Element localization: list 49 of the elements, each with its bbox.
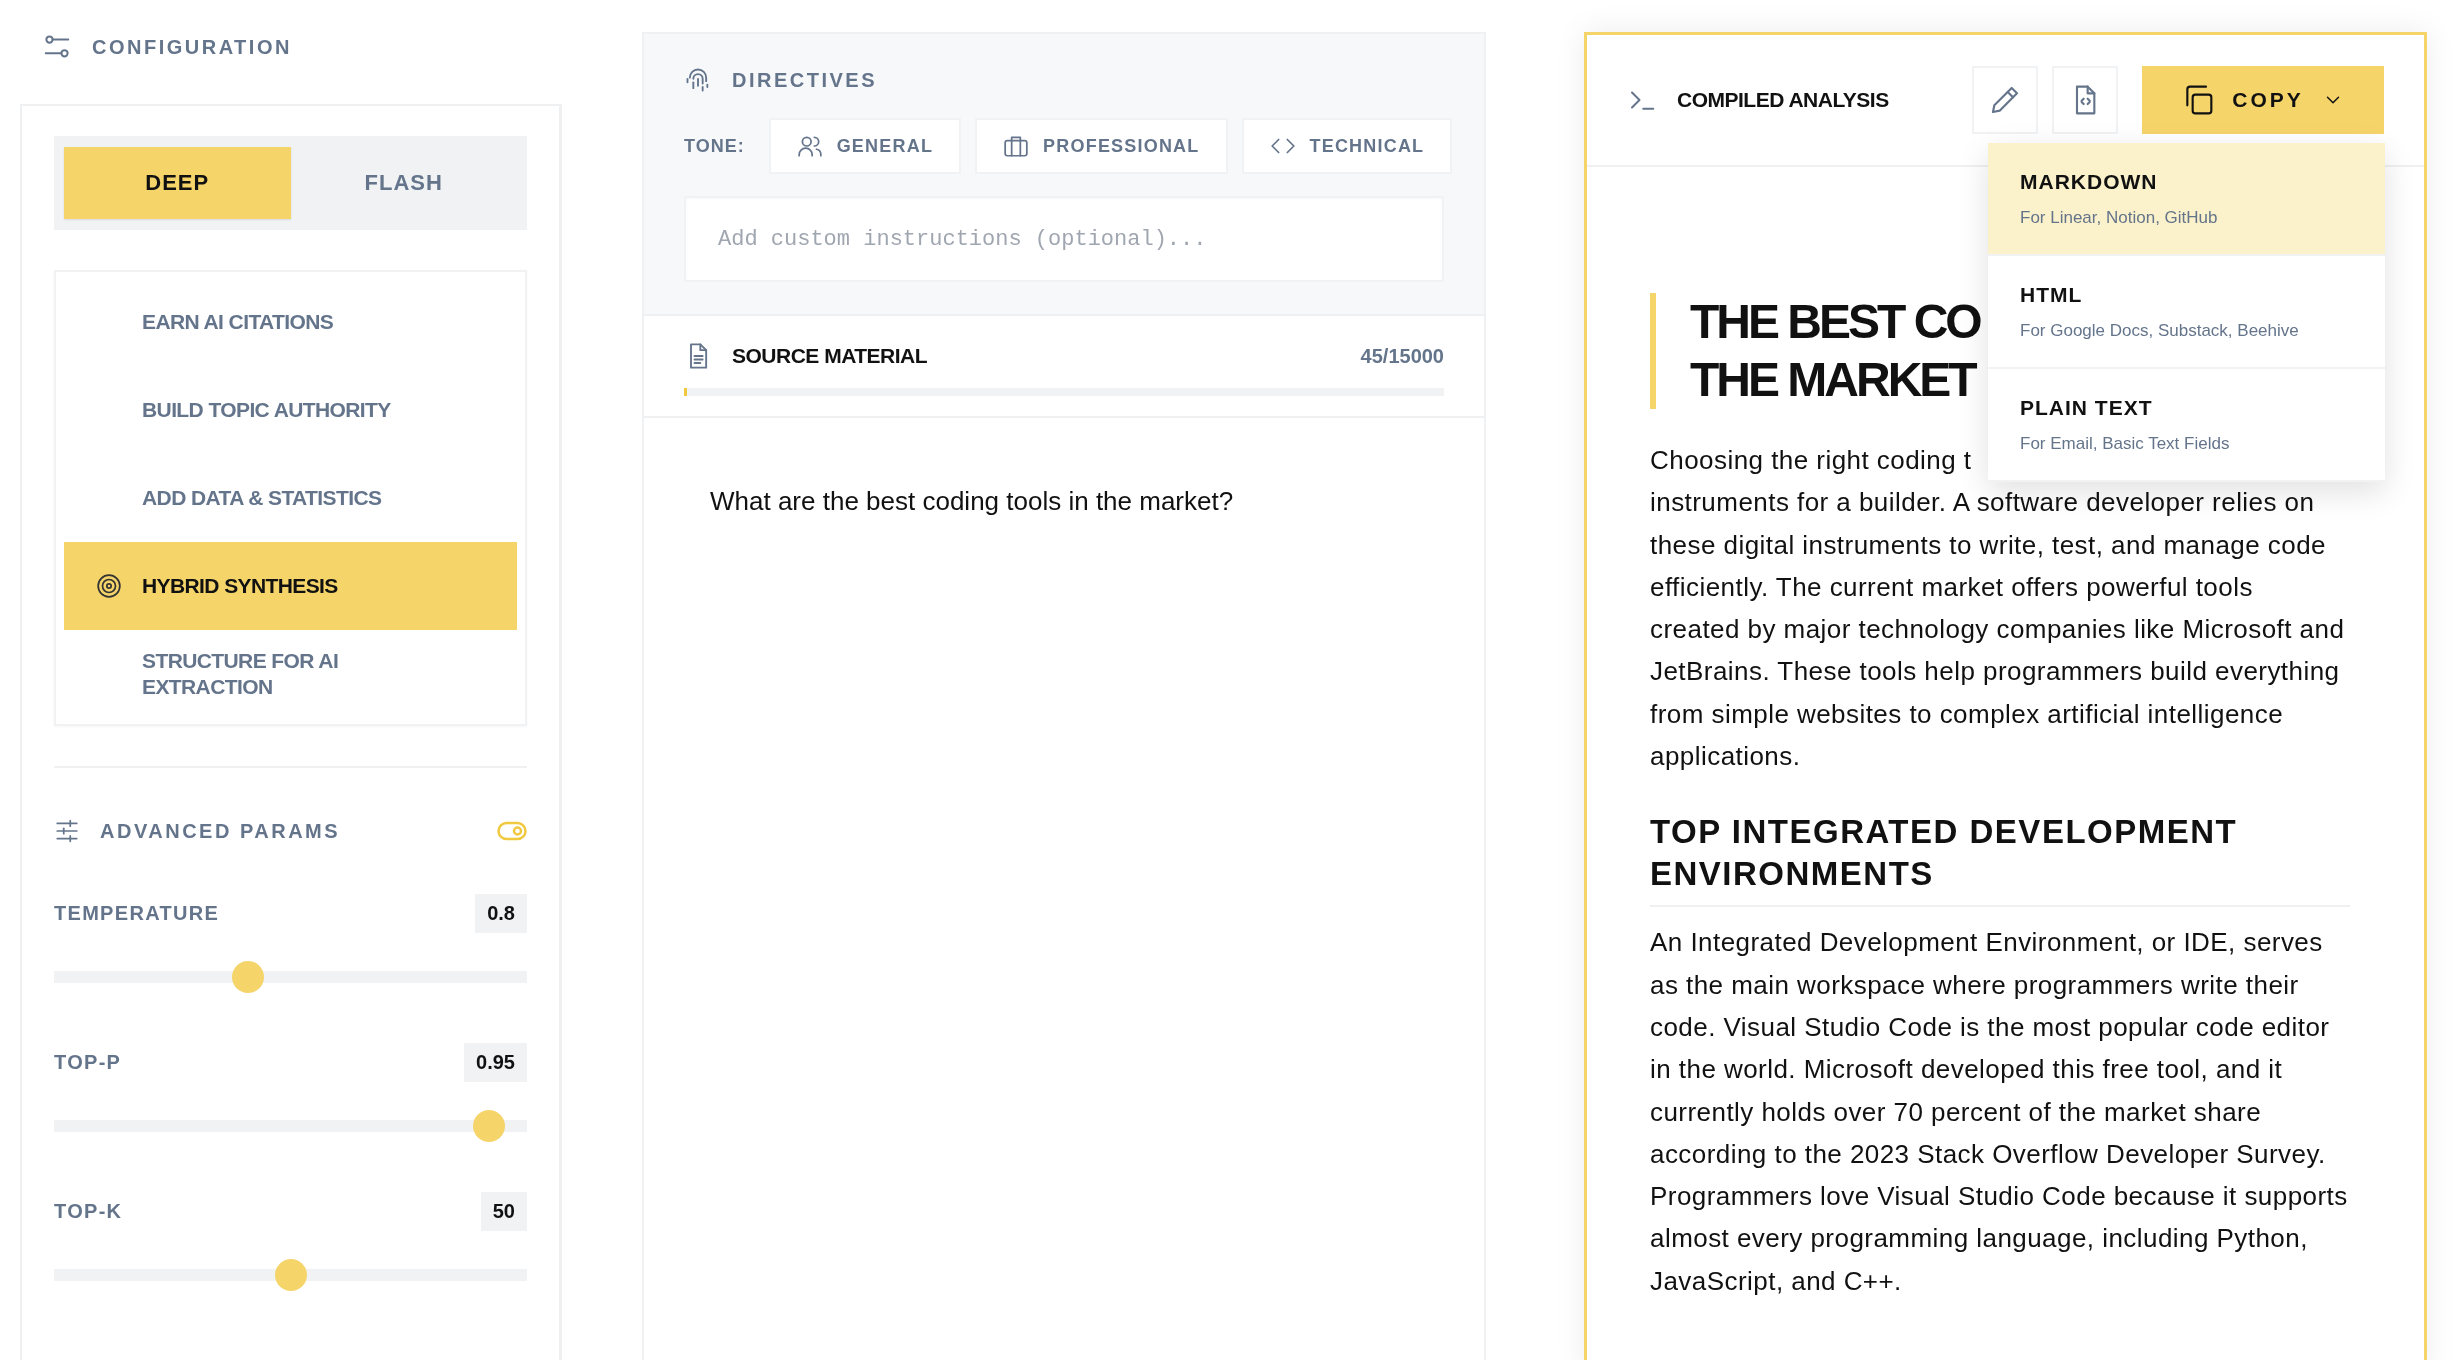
- slider-thumb[interactable]: [274, 1259, 307, 1291]
- goal-option[interactable]: STRUCTURE FOR AI EXTRACTION: [64, 630, 517, 718]
- slider-thumb[interactable]: [231, 961, 264, 993]
- mode-tab[interactable]: DEEP: [64, 147, 291, 219]
- paragraph: An Integrated Development Environment, or IDE, serves as the main workspace where programmers write their code. Visual Studio Code is the most popular code editor in the world. Microsoft developed this free tool, and it currently holds over 70 percent of the market share according to the 2023 Stack Overflow Developer Survey. Programmers love Visual Studio Code because it supports almost every programming language, including Python, JavaScript, and C++.: [1650, 926, 2349, 1298]
- param-value: 50: [480, 1192, 527, 1231]
- character-count: 45/15000: [1360, 344, 1444, 368]
- panel-title: COMPILED ANALYSIS: [1677, 88, 1890, 112]
- paragraph-line: Choosing the right coding t: [1650, 444, 1972, 477]
- source-text: What are the best coding tools in the market?: [709, 485, 1235, 518]
- article-title: THE MARKET: [1690, 352, 1975, 408]
- option-hint: For Google Docs, Substack, Beehive: [2020, 320, 2300, 341]
- users-icon: [796, 133, 823, 159]
- param-label: TOP-K: [54, 1200, 123, 1223]
- param-label: TOP-P: [54, 1051, 122, 1074]
- section-title: ADVANCED PARAMS: [100, 819, 342, 843]
- edit-button[interactable]: [1972, 66, 2038, 134]
- mode-tab[interactable]: FLASH: [290, 147, 517, 219]
- section-title: CONFIGURATION: [92, 35, 292, 59]
- param-value: 0.8: [475, 894, 527, 933]
- pencil-icon: [1989, 84, 2021, 116]
- article-title: THE BEST CO: [1690, 294, 1980, 350]
- tone-button[interactable]: GENERAL: [768, 118, 962, 174]
- instructions-field[interactable]: Add custom instructions (optional)...: [684, 196, 1444, 282]
- sliders-icon: [54, 818, 80, 844]
- option-hint: For Email, Basic Text Fields: [2020, 433, 2231, 454]
- slider-thumb[interactable]: [473, 1110, 506, 1142]
- menu-option[interactable]: PLAIN TEXT For Email, Basic Text Fields: [1988, 369, 2385, 482]
- copy-button[interactable]: COPY: [2142, 66, 2384, 134]
- goal-option[interactable]: HYBRID SYNTHESIS: [64, 542, 517, 630]
- target-icon: [96, 573, 122, 599]
- menu-option[interactable]: MARKDOWN For Linear, Notion, GitHub: [1988, 143, 2385, 256]
- menu-option[interactable]: HTML For Google Docs, Substack, Beehive: [1988, 256, 2385, 369]
- section-title: DIRECTIVES: [732, 68, 878, 92]
- goal-option[interactable]: EARN AI CITATIONS: [64, 278, 517, 366]
- param-label: TEMPERATURE: [54, 902, 220, 925]
- goal-option[interactable]: BUILD TOPIC AUTHORITY: [64, 366, 517, 454]
- goal-option[interactable]: ADD DATA & STATISTICS: [64, 454, 517, 542]
- paragraph: instruments for a builder. A software developer relies on these digital instruments to write, test, and manage code efficiently. The current market offers powerful tools created by major technology companies like Microsoft and JetBrains. These tools help programmers build everything from simple websites to complex artificial intelligence applications.: [1650, 486, 2346, 774]
- param-value: 0.95: [464, 1043, 527, 1082]
- briefcase-icon: [1003, 133, 1030, 159]
- tone-button[interactable]: PROFESSIONAL: [975, 118, 1228, 174]
- tone-label: TONE:: [684, 135, 745, 157]
- toggle-switch[interactable]: [497, 820, 527, 842]
- section-title: SOURCE MATERIAL: [732, 344, 929, 368]
- section-heading: TOP INTEGRATED DEVELOPMENT ENVIRONMENTS: [1650, 811, 2350, 908]
- tone-button[interactable]: TECHNICAL: [1241, 118, 1453, 174]
- option-hint: For Linear, Notion, GitHub: [2020, 207, 2219, 228]
- export-button[interactable]: [2052, 66, 2118, 134]
